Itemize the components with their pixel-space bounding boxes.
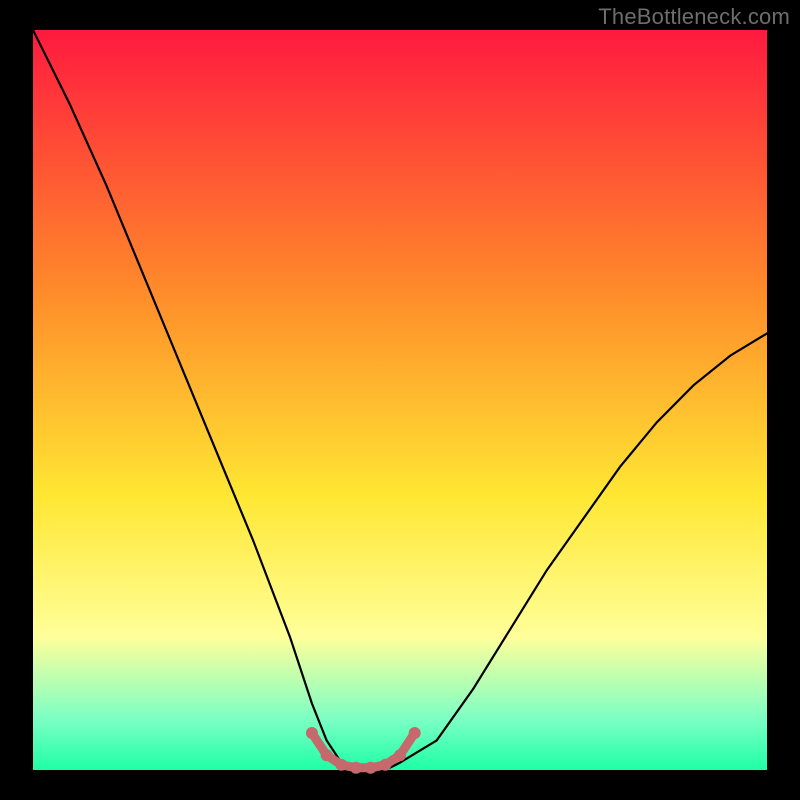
watermark-text: TheBottleneck.com — [598, 4, 790, 30]
optimal-range-marker — [306, 727, 318, 739]
optimal-range-marker — [335, 759, 347, 771]
optimal-range-marker — [379, 759, 391, 771]
chart-frame: TheBottleneck.com — [0, 0, 800, 800]
optimal-range-marker — [321, 749, 333, 761]
optimal-range-marker — [394, 749, 406, 761]
optimal-range-marker — [350, 762, 362, 774]
chart-svg — [0, 0, 800, 800]
plot-background — [33, 30, 767, 770]
optimal-range-marker — [409, 727, 421, 739]
optimal-range-marker — [365, 762, 377, 774]
